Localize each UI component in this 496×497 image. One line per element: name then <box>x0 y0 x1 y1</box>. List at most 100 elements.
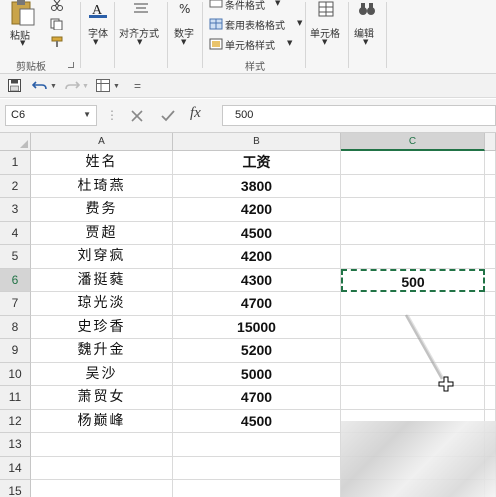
save-icon[interactable] <box>8 79 21 92</box>
row-header[interactable]: 1 <box>0 151 31 175</box>
number-group[interactable]: % 数字 ▼ <box>168 0 202 74</box>
cell-d[interactable] <box>485 198 496 222</box>
table-format-button[interactable]: 套用表格格式 <box>225 17 285 32</box>
column-header-c[interactable]: C <box>341 133 485 151</box>
editing-group[interactable]: 编辑 ▼ <box>349 0 385 74</box>
format-painter-icon[interactable] <box>50 36 64 48</box>
font-group[interactable]: A 字体 ▼ <box>81 0 114 74</box>
cell-c[interactable] <box>341 221 485 245</box>
undo-icon[interactable] <box>32 79 48 92</box>
cell-b[interactable]: 4200 <box>173 198 341 222</box>
cell-b[interactable]: 工资 <box>173 151 341 175</box>
cell-b[interactable]: 3800 <box>173 174 341 198</box>
redo-dropdown-icon[interactable]: ▼ <box>82 83 89 90</box>
row-header[interactable]: 10 <box>0 362 31 386</box>
cell-d[interactable] <box>485 339 496 363</box>
cell-styles-button[interactable]: 单元格样式 <box>225 37 275 52</box>
alignment-group[interactable]: 对齐方式 ▼ <box>115 0 167 74</box>
cell-c[interactable] <box>341 198 485 222</box>
column-header-a[interactable]: A <box>31 133 173 151</box>
row-header[interactable]: 5 <box>0 245 31 269</box>
row-header[interactable]: 6 <box>0 268 31 292</box>
cell-a[interactable]: 琼光淡 <box>31 292 173 316</box>
cell-a[interactable]: 魏升金 <box>31 339 173 363</box>
conditional-format-button[interactable]: 条件格式 <box>225 0 265 12</box>
cell-a[interactable]: 费务 <box>31 198 173 222</box>
select-all-corner[interactable] <box>0 133 31 151</box>
cell-d[interactable] <box>485 292 496 316</box>
cell-c[interactable] <box>341 151 485 175</box>
cell-a[interactable]: 潘挺蕤 <box>31 268 173 292</box>
cell-d[interactable] <box>485 221 496 245</box>
row-header[interactable]: 2 <box>0 174 31 198</box>
cell-a[interactable]: 史珍香 <box>31 315 173 339</box>
cell-a[interactable]: 萧贸女 <box>31 386 173 410</box>
cell-b[interactable]: 5200 <box>173 339 341 363</box>
cell-a[interactable]: 刘穿疯 <box>31 245 173 269</box>
cell-a[interactable]: 杨巅峰 <box>31 409 173 433</box>
cell-a[interactable]: 吴沙 <box>31 362 173 386</box>
copy-icon[interactable] <box>50 18 64 30</box>
row-header[interactable]: 9 <box>0 339 31 363</box>
clipboard-dialog-launcher[interactable] <box>68 62 74 68</box>
cut-icon[interactable] <box>50 0 64 12</box>
name-box-dropdown-icon[interactable]: ▼ <box>83 110 91 119</box>
cell-a[interactable]: 贾超 <box>31 221 173 245</box>
cell-d[interactable] <box>485 245 496 269</box>
row-header[interactable]: 8 <box>0 315 31 339</box>
row-header[interactable]: 7 <box>0 292 31 316</box>
cell-b[interactable]: 15000 <box>173 315 341 339</box>
cell-b[interactable]: 4500 <box>173 409 341 433</box>
redo-icon[interactable] <box>64 79 80 92</box>
cell-a[interactable] <box>31 433 173 457</box>
row-header[interactable]: 11 <box>0 386 31 410</box>
active-cell[interactable]: 500 <box>341 268 485 292</box>
column-header-d[interactable] <box>485 133 496 151</box>
paste-dropdown-icon[interactable]: ▼ <box>20 39 25 47</box>
cell-d[interactable] <box>485 174 496 198</box>
cell-styles-dropdown-icon[interactable]: ▼ <box>287 39 292 47</box>
conditional-format-dropdown-icon[interactable]: ▼ <box>275 0 280 7</box>
row-header[interactable]: 15 <box>0 480 31 497</box>
column-header-b[interactable]: B <box>173 133 341 151</box>
confirm-entry-icon[interactable] <box>160 109 176 123</box>
cell-a[interactable]: 杜琦燕 <box>31 174 173 198</box>
form-icon[interactable] <box>96 79 110 92</box>
cell-a[interactable]: 姓名 <box>31 151 173 175</box>
cell-b[interactable]: 4200 <box>173 245 341 269</box>
cell-b[interactable]: 4300 <box>173 268 341 292</box>
row-header[interactable]: 4 <box>0 221 31 245</box>
cell-b[interactable]: 4500 <box>173 221 341 245</box>
table-format-dropdown-icon[interactable]: ▼ <box>297 19 302 27</box>
cell-a[interactable] <box>31 480 173 497</box>
cell-b[interactable] <box>173 433 341 457</box>
cell-b[interactable]: 4700 <box>173 292 341 316</box>
cell-b[interactable]: 4700 <box>173 386 341 410</box>
cell-d[interactable] <box>485 362 496 386</box>
row-header[interactable]: 14 <box>0 456 31 480</box>
row-header[interactable]: 12 <box>0 409 31 433</box>
cell-d[interactable] <box>485 151 496 175</box>
cell-d[interactable] <box>485 315 496 339</box>
formula-input[interactable]: 500 <box>222 105 496 126</box>
cancel-entry-icon[interactable] <box>130 109 144 123</box>
cell-b[interactable] <box>173 480 341 497</box>
form-dropdown-icon[interactable]: ▼ <box>113 83 120 90</box>
row-header[interactable]: 3 <box>0 198 31 222</box>
insert-function-button[interactable]: fx <box>190 105 201 122</box>
cell-b[interactable] <box>173 456 341 480</box>
cell-d[interactable] <box>485 386 496 410</box>
cell-d[interactable] <box>485 268 496 292</box>
undo-dropdown-icon[interactable]: ▼ <box>50 83 57 90</box>
cells-group[interactable]: 单元格 ▼ <box>306 0 346 74</box>
name-box[interactable]: C6 ▼ <box>5 105 97 126</box>
cell-c[interactable] <box>341 174 485 198</box>
cell-b[interactable]: 5000 <box>173 362 341 386</box>
cell-c[interactable] <box>341 245 485 269</box>
paste-icon[interactable] <box>8 0 36 26</box>
worksheet-grid[interactable]: A B C 1 姓名 工资 2 杜琦燕 3800 3 费务 4200 4 贾超 4500 5 刘穿疯 420… <box>0 133 496 497</box>
customize-qat-button[interactable]: = <box>134 79 141 93</box>
row-header[interactable]: 13 <box>0 433 31 457</box>
cell-c[interactable] <box>341 292 485 316</box>
cell-a[interactable] <box>31 456 173 480</box>
